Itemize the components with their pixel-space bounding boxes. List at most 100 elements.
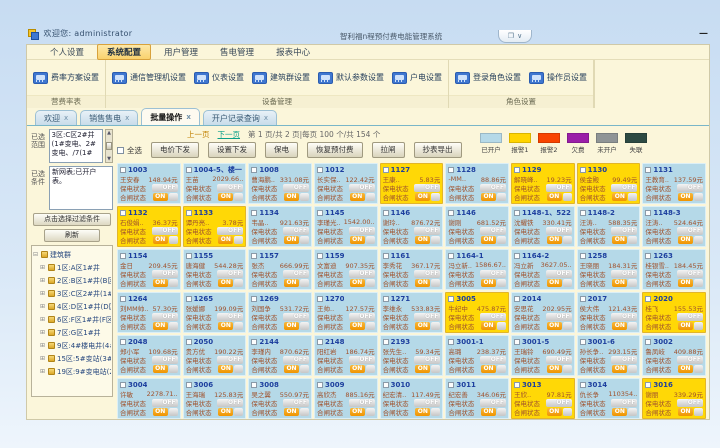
on-badge[interactable]: ON <box>678 322 693 330</box>
card-checkbox[interactable] <box>645 382 651 388</box>
tree-item[interactable]: ⊞ 2区:B区1#井(B区1# <box>33 274 111 287</box>
meter-card[interactable]: 1164-1 冯立新.. 1586.67.. 保电状态 OFF <box>445 249 509 290</box>
meter-card[interactable]: 1146 谢玲.. 876.72元 保电状态 OFF 合闸状 <box>380 206 444 247</box>
select-all[interactable]: 全选 <box>117 145 142 156</box>
card-checkbox[interactable] <box>383 167 389 173</box>
document-tab[interactable]: 开户记录查询 x <box>203 110 277 125</box>
card-checkbox[interactable] <box>448 339 454 345</box>
off-badge[interactable]: OFF <box>677 313 703 321</box>
off-badge[interactable]: OFF <box>677 399 703 407</box>
meter-card[interactable]: 2148 阳红岩 186.74元 保电状态 OFF 合闸状态 <box>314 335 378 376</box>
off-badge[interactable]: OFF <box>546 356 572 364</box>
off-badge[interactable]: OFF <box>283 313 309 321</box>
toolbar-button[interactable]: 电价下发 <box>151 142 199 158</box>
card-checkbox[interactable] <box>120 167 126 173</box>
document-tab[interactable]: 欢迎 x <box>35 110 77 125</box>
meter-card[interactable]: 1269 刘国争 531.72元 保电状态 OFF 合闸状态 <box>248 292 312 333</box>
on-badge[interactable]: ON <box>481 408 496 416</box>
off-badge[interactable]: OFF <box>217 227 243 235</box>
meter-card[interactable]: 1270 王帅.. 127.57元 保电状态 OFF 合闸状 <box>314 292 378 333</box>
on-badge[interactable]: ON <box>153 365 168 373</box>
on-badge[interactable]: ON <box>415 236 430 244</box>
expand-node-icon[interactable]: ⊞ <box>40 368 46 375</box>
card-checkbox[interactable] <box>120 296 126 302</box>
card-checkbox[interactable] <box>186 296 192 302</box>
card-checkbox[interactable] <box>383 382 389 388</box>
meter-card[interactable]: 3014 仇长争 110354.. 保电状态 OFF 合闸状 <box>577 378 641 419</box>
card-checkbox[interactable] <box>120 253 126 259</box>
ribbon-toggle-pill[interactable]: ❐ ∨ <box>498 30 532 43</box>
meter-card[interactable]: 1161 李秀花 367.17元 保电状态 OFF 合闸状态 <box>380 249 444 290</box>
card-checkbox[interactable] <box>448 167 454 173</box>
tree-item[interactable]: ⊞ 4区:D区1#井(D区1 <box>33 300 111 313</box>
off-badge[interactable]: OFF <box>283 270 309 278</box>
menu-item[interactable]: 售电管理 <box>211 45 263 59</box>
off-badge[interactable]: OFF <box>283 184 309 192</box>
card-checkbox[interactable] <box>448 296 454 302</box>
off-badge[interactable]: OFF <box>217 184 243 192</box>
menu-item[interactable]: 个人设置 <box>41 45 93 59</box>
on-badge[interactable]: ON <box>153 236 168 244</box>
card-checkbox[interactable] <box>580 210 586 216</box>
toolbar-button[interactable]: 恢复预付费 <box>307 142 363 158</box>
off-badge[interactable]: OFF <box>217 270 243 278</box>
meter-card[interactable]: 2014 安思花 202.95元 保电状态 OFF 合闸状态 <box>511 292 575 333</box>
card-checkbox[interactable] <box>514 382 520 388</box>
off-badge[interactable]: OFF <box>349 313 375 321</box>
card-checkbox[interactable] <box>317 339 323 345</box>
off-badge[interactable]: OFF <box>414 399 440 407</box>
meter-card[interactable]: 1133 谭丹亮.. 3.78元 保电状态 OFF 合闸状态 <box>183 206 247 247</box>
card-checkbox[interactable] <box>645 210 651 216</box>
meter-card[interactable]: 1132 石俊娟.. 36.37元 保电状态 OFF 合闸状 <box>117 206 181 247</box>
meter-card[interactable]: 2144 李瑾内 870.62元 保电状态 OFF 合闸状态 <box>248 335 312 376</box>
meter-card[interactable]: 1012 长实保.. 122.42元 保电状态 OFF 合闸 <box>314 163 378 204</box>
on-badge[interactable]: ON <box>415 408 430 416</box>
tree-item[interactable]: ⊞ 3区:C区2#井(1#变 <box>33 287 111 300</box>
card-checkbox[interactable] <box>580 253 586 259</box>
ribbon-button[interactable]: 登录角色设置 <box>455 72 521 84</box>
off-badge[interactable]: OFF <box>677 270 703 278</box>
tab-close-icon[interactable]: x <box>264 114 268 122</box>
tree-item[interactable]: ⊞ 19区:9#变电站(2# <box>33 365 111 378</box>
document-tab[interactable]: 销售售电 x <box>80 110 138 125</box>
toolbar-button[interactable]: 保电 <box>265 142 298 158</box>
meter-card[interactable]: 1008 曹海鹏.. 331.08元 保电状态 OFF 合闸 <box>248 163 312 204</box>
scroll-down-icon[interactable]: ▼ <box>107 156 111 162</box>
meter-card[interactable]: 1148-2 汪涛.. 588.35元 保电状态 OFF 合 <box>577 206 641 247</box>
card-checkbox[interactable] <box>580 382 586 388</box>
card-checkbox[interactable] <box>514 167 520 173</box>
card-checkbox[interactable] <box>120 382 126 388</box>
scroll-thumb[interactable] <box>106 142 112 150</box>
off-badge[interactable]: OFF <box>546 399 572 407</box>
off-badge[interactable]: OFF <box>349 356 375 364</box>
meter-card[interactable]: 3001-1 高璐 238.37元 保电状态 OFF 合闸状 <box>445 335 509 376</box>
off-badge[interactable]: OFF <box>414 313 440 321</box>
card-checkbox[interactable] <box>645 167 651 173</box>
card-checkbox[interactable] <box>186 167 192 173</box>
ribbon-button[interactable]: 户电设置 <box>392 72 442 84</box>
ribbon-button[interactable]: 费率方案设置 <box>33 72 99 84</box>
card-checkbox[interactable] <box>580 296 586 302</box>
card-checkbox[interactable] <box>317 382 323 388</box>
collapse-node-icon[interactable]: ⊟ <box>33 251 39 258</box>
on-badge[interactable]: ON <box>153 193 168 201</box>
expand-node-icon[interactable]: ⊞ <box>40 329 46 336</box>
expand-node-icon[interactable]: ⊞ <box>40 264 46 271</box>
on-badge[interactable]: ON <box>153 279 168 287</box>
card-checkbox[interactable] <box>383 339 389 345</box>
ribbon-button[interactable]: 建筑群设置 <box>252 72 310 84</box>
card-checkbox[interactable] <box>448 382 454 388</box>
collapse-ribbon-icon[interactable]: ∨ <box>517 32 522 40</box>
prev-page-link[interactable]: 上一页 <box>187 129 210 140</box>
tree-item[interactable]: ⊞ 15区:5#变站(3#变 <box>33 352 111 365</box>
menu-item[interactable]: 系统配置 <box>97 44 151 60</box>
card-checkbox[interactable] <box>251 296 257 302</box>
card-checkbox[interactable] <box>383 210 389 216</box>
toolbar-button[interactable]: 拉闸 <box>372 142 405 158</box>
card-checkbox[interactable] <box>514 296 520 302</box>
meter-card[interactable]: 1148-3 汪涛.. 524.64元 保电状态 OFF 合 <box>642 206 706 247</box>
off-badge[interactable]: OFF <box>414 356 440 364</box>
card-checkbox[interactable] <box>251 210 257 216</box>
card-checkbox[interactable] <box>383 253 389 259</box>
on-badge[interactable]: ON <box>678 193 693 201</box>
